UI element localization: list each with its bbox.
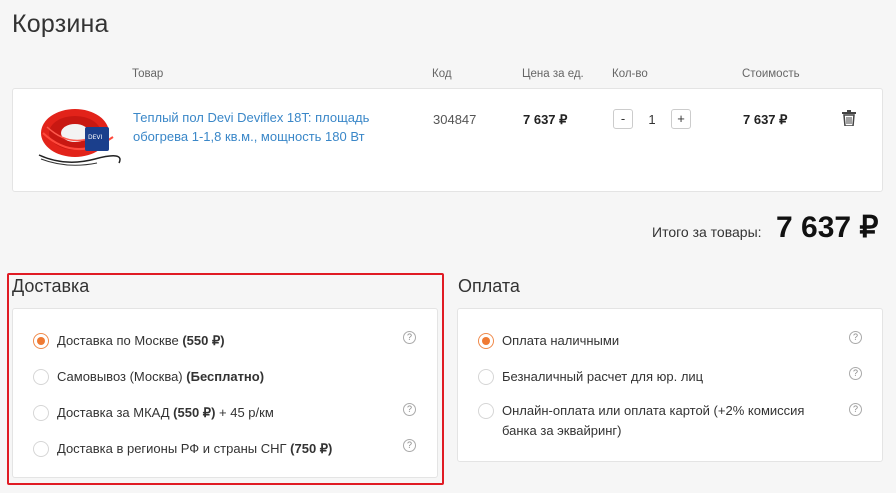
radio-selected[interactable]: [478, 333, 494, 349]
delivery-option-mkad[interactable]: Доставка за МКАД (550 ₽) + 45 р/км: [33, 403, 274, 423]
payment-option-bank[interactable]: Безналичный расчет для юр. лиц: [478, 367, 703, 387]
col-header-code: Код: [432, 68, 452, 80]
product-image[interactable]: DEVI: [35, 103, 121, 169]
delivery-option-label: Самовывоз (Москва) (Бесплатно): [57, 369, 265, 384]
qty-value[interactable]: 1: [633, 112, 671, 127]
delivery-option-pickup[interactable]: Самовывоз (Москва) (Бесплатно): [33, 367, 264, 387]
product-code: 304847: [433, 112, 477, 127]
qty-minus-button[interactable]: -: [613, 109, 633, 129]
cart-item-row: DEVI Теплый пол Devi Deviflex 18T: площа…: [12, 88, 883, 192]
help-icon[interactable]: ?: [403, 439, 416, 452]
svg-text:DEVI: DEVI: [88, 134, 103, 141]
col-header-product: Товар: [132, 68, 164, 80]
delivery-option-regions[interactable]: Доставка в регионы РФ и страны СНГ (750 …: [33, 439, 332, 459]
cart-summary-value: 7 637 ₽: [776, 211, 879, 244]
payment-option-label: Безналичный расчет для юр. лиц: [502, 369, 704, 384]
delivery-option-label: Доставка в регионы РФ и страны СНГ (750 …: [57, 441, 333, 456]
col-header-qty: Кол-во: [612, 68, 648, 80]
radio-selected[interactable]: [33, 333, 49, 349]
radio-unselected[interactable]: [478, 403, 494, 419]
delivery-option-moscow[interactable]: Доставка по Москве (550 ₽): [33, 331, 225, 351]
help-icon[interactable]: ?: [849, 367, 862, 380]
payment-option-label: Оплата наличными: [502, 333, 620, 348]
payment-option-cash[interactable]: Оплата наличными: [478, 331, 619, 351]
delivery-option-label: Доставка по Москве (550 ₽): [57, 333, 225, 348]
delivery-options-panel: Доставка по Москве (550 ₽) ? Самовывоз (…: [12, 308, 438, 478]
radio-unselected[interactable]: [33, 405, 49, 421]
help-icon[interactable]: ?: [403, 403, 416, 416]
delivery-title: Доставка: [12, 276, 90, 296]
help-icon[interactable]: ?: [403, 331, 416, 344]
col-header-price: Цена за ед.: [522, 68, 584, 80]
radio-unselected[interactable]: [478, 369, 494, 385]
cart-summary-label: Итого за товары:: [652, 224, 762, 240]
payment-options-panel: Оплата наличными ? Безналичный расчет дл…: [457, 308, 883, 462]
qty-plus-button[interactable]: +: [671, 109, 691, 129]
help-icon[interactable]: ?: [849, 403, 862, 416]
radio-unselected[interactable]: [33, 441, 49, 457]
payment-option-online[interactable]: Онлайн-оплата или оплата картой (+2% ком…: [478, 401, 838, 441]
quantity-stepper: - 1 +: [613, 109, 691, 129]
line-total: 7 637 ₽: [743, 112, 788, 127]
col-header-total: Стоимость: [742, 68, 800, 80]
payment-title: Оплата: [458, 276, 520, 296]
payment-option-label: Онлайн-оплата или оплата картой (+2% ком…: [502, 403, 805, 438]
help-icon[interactable]: ?: [849, 331, 862, 344]
product-name-link[interactable]: Теплый пол Devi Deviflex 18T: площадь об…: [133, 108, 423, 146]
unit-price: 7 637 ₽: [523, 112, 568, 127]
delivery-option-label: Доставка за МКАД (550 ₽) + 45 р/км: [57, 405, 274, 420]
page-title: Корзина: [12, 10, 109, 38]
radio-unselected[interactable]: [33, 369, 49, 385]
trash-icon[interactable]: [842, 110, 856, 126]
